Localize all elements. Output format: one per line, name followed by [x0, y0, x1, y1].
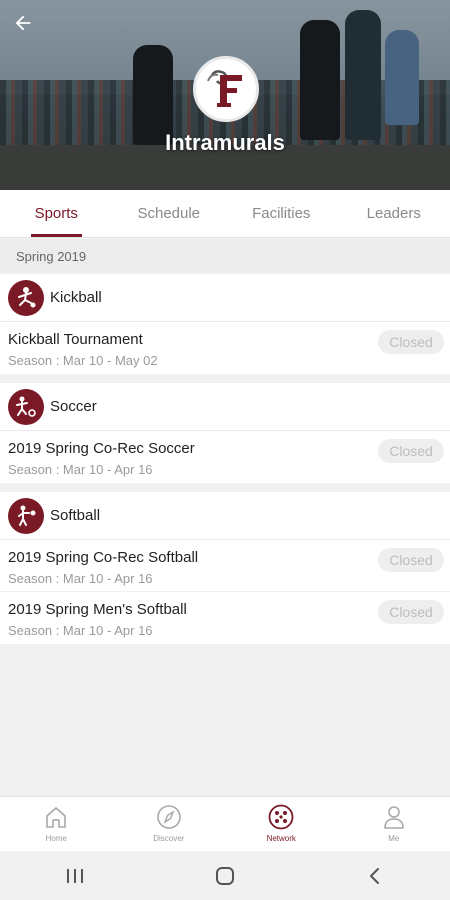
- back-arrow-icon: [15, 15, 31, 31]
- network-icon: [268, 804, 294, 830]
- event-name: Kickball Tournament: [8, 331, 143, 348]
- softball-icon: [8, 497, 44, 534]
- back-system-button[interactable]: [355, 856, 395, 896]
- sport-title: Softball: [50, 507, 101, 524]
- back-button[interactable]: [8, 8, 38, 38]
- sport-group-kickball: Kickball Kickball Tournament Season : Ma…: [0, 274, 450, 374]
- chevron-left-icon: [370, 867, 379, 884]
- sport-group-softball: Softball 2019 Spring Co-Rec Softball Sea…: [0, 492, 450, 644]
- season-header: Spring 2019: [0, 239, 450, 273]
- sport-title: Kickball: [50, 289, 102, 306]
- ram-f-logo-icon: [199, 62, 253, 116]
- event-name: 2019 Spring Co-Rec Soccer: [8, 440, 195, 457]
- header-banner: Intramurals: [0, 0, 450, 190]
- event-season: Season : Mar 10 - Apr 16: [8, 571, 153, 586]
- intramurals-logo: [193, 56, 259, 122]
- soccer-icon: [8, 388, 44, 425]
- event-season: Season : Mar 10 - Apr 16: [8, 623, 153, 638]
- tab-label: Sports: [34, 205, 78, 222]
- sport-title: Soccer: [50, 398, 97, 415]
- tab-label: Schedule: [137, 205, 201, 222]
- nav-me[interactable]: Me: [338, 797, 450, 851]
- sport-header[interactable]: Soccer: [0, 383, 450, 431]
- tab-sports[interactable]: Sports: [0, 190, 113, 237]
- sport-header[interactable]: Kickball: [0, 274, 450, 322]
- home-icon: [46, 807, 67, 828]
- nav-discover[interactable]: Discover: [113, 797, 226, 851]
- event-season: Season : Mar 10 - Apr 16: [8, 462, 153, 477]
- event-season: Season : Mar 10 - May 02: [8, 353, 158, 368]
- status-badge: Closed: [378, 600, 444, 624]
- list-item[interactable]: 2019 Spring Co-Rec Softball Season : Mar…: [0, 540, 450, 592]
- sport-header[interactable]: Softball: [0, 492, 450, 540]
- compass-icon: [156, 805, 181, 829]
- tab-schedule[interactable]: Schedule: [113, 190, 226, 237]
- tab-facilities[interactable]: Facilities: [225, 190, 338, 237]
- recents-icon: [67, 868, 83, 883]
- sport-group-soccer: Soccer 2019 Spring Co-Rec Soccer Season …: [0, 383, 450, 483]
- home-system-button[interactable]: [205, 856, 245, 896]
- tab-bar: Sports Schedule Facilities Leaders: [0, 190, 450, 238]
- system-nav-bar: [0, 851, 450, 900]
- tab-leaders[interactable]: Leaders: [338, 190, 450, 237]
- nav-label: Me: [388, 834, 400, 843]
- status-badge: Closed: [378, 548, 444, 572]
- kickball-icon: [8, 279, 44, 316]
- nav-label: Home: [45, 834, 67, 843]
- list-item[interactable]: Kickball Tournament Season : Mar 10 - Ma…: [0, 322, 450, 374]
- person-icon: [383, 806, 404, 829]
- event-name: 2019 Spring Co-Rec Softball: [8, 549, 199, 566]
- recents-button[interactable]: [55, 856, 95, 896]
- tab-label: Leaders: [366, 205, 421, 222]
- status-badge: Closed: [378, 439, 444, 463]
- nav-label: Discover: [153, 834, 185, 843]
- list-item[interactable]: 2019 Spring Co-Rec Soccer Season : Mar 1…: [0, 431, 450, 483]
- tab-label: Facilities: [252, 205, 311, 222]
- nav-network[interactable]: Network: [225, 797, 338, 851]
- home-square-icon: [216, 866, 234, 885]
- bottom-nav: Home Discover Network Me: [0, 796, 450, 851]
- event-name: 2019 Spring Men's Softball: [8, 601, 187, 618]
- nav-label: Network: [266, 834, 296, 843]
- page-title: Intramurals: [165, 130, 285, 155]
- status-badge: Closed: [378, 330, 444, 354]
- list-item[interactable]: 2019 Spring Men's Softball Season : Mar …: [0, 592, 450, 644]
- nav-home[interactable]: Home: [0, 797, 113, 851]
